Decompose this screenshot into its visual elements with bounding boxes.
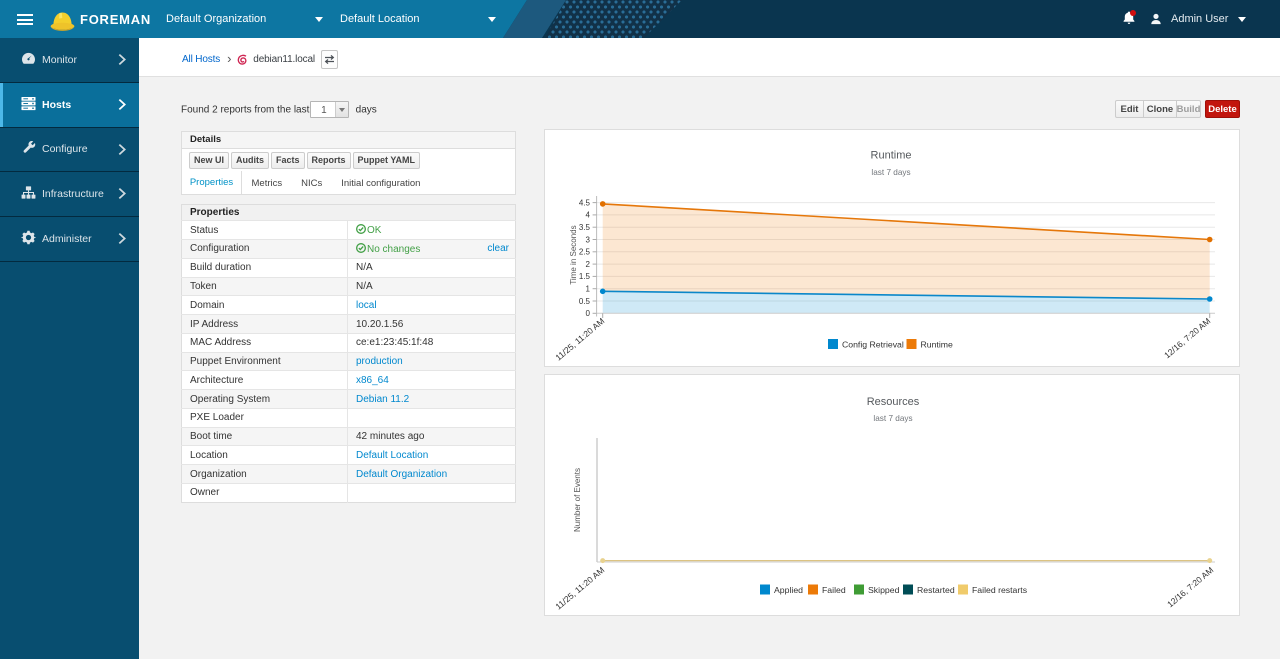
svg-text:last 7 days: last 7 days [871, 168, 910, 177]
svg-text:Failed restarts: Failed restarts [972, 585, 1028, 595]
svg-text:Skipped: Skipped [868, 585, 900, 595]
svg-text:Time in Seconds: Time in Seconds [569, 225, 578, 284]
svg-text:4.5: 4.5 [579, 198, 591, 207]
svg-text:last 7 days: last 7 days [873, 414, 912, 423]
svg-text:11/25, 11:20 AM: 11/25, 11:20 AM [553, 316, 606, 363]
svg-text:Runtime: Runtime [921, 340, 954, 350]
svg-text:Config Retrieval: Config Retrieval [842, 340, 904, 350]
svg-text:3.5: 3.5 [579, 223, 591, 232]
svg-text:11/25, 11:20 AM: 11/25, 11:20 AM [553, 565, 606, 612]
svg-text:12/16, 7:20 AM: 12/16, 7:20 AM [1165, 565, 1215, 609]
svg-text:Applied: Applied [774, 585, 803, 595]
svg-text:1: 1 [586, 285, 591, 294]
svg-text:12/16, 7:20 AM: 12/16, 7:20 AM [1162, 316, 1212, 360]
svg-text:2.5: 2.5 [579, 248, 591, 257]
svg-text:4: 4 [586, 211, 591, 220]
svg-text:3: 3 [586, 235, 591, 244]
svg-text:Runtime: Runtime [871, 150, 912, 162]
svg-text:0: 0 [586, 309, 591, 318]
svg-text:2: 2 [586, 260, 591, 269]
svg-text:1.5: 1.5 [579, 272, 591, 281]
svg-text:Resources: Resources [867, 396, 920, 408]
svg-text:0.5: 0.5 [579, 297, 591, 306]
svg-text:Restarted: Restarted [917, 585, 955, 595]
svg-text:Failed: Failed [822, 585, 846, 595]
svg-text:Number of Events: Number of Events [573, 468, 582, 532]
